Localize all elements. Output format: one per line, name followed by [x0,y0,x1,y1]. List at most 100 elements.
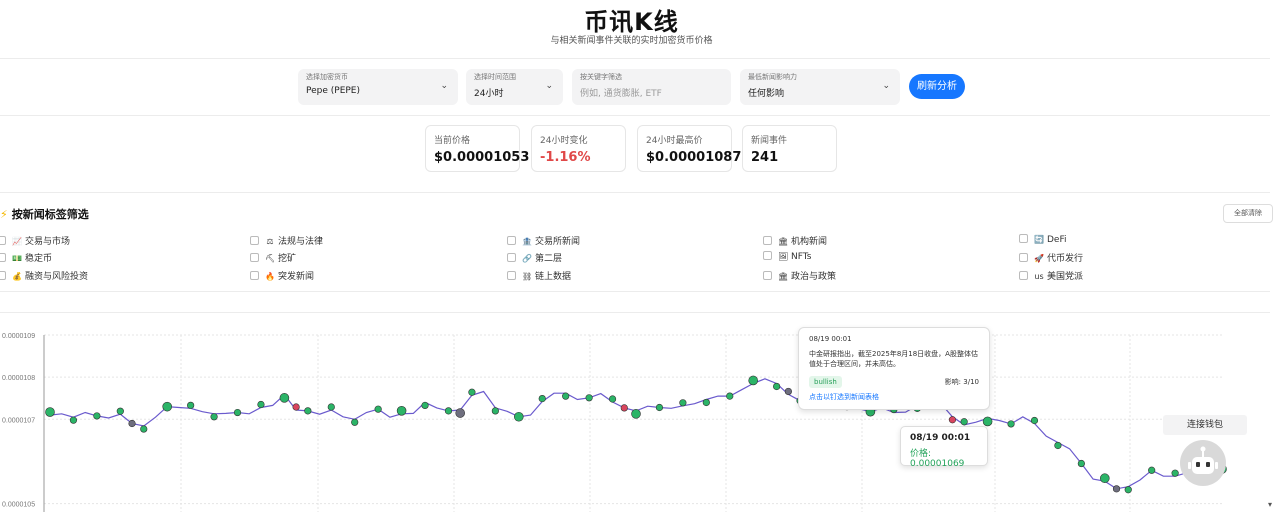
news-marker[interactable] [292,403,300,411]
news-marker[interactable] [140,425,148,433]
news-marker[interactable] [631,409,641,419]
tag-filter-item[interactable]: ⚖ 法规与法律 [250,234,323,247]
news-marker[interactable] [620,404,628,412]
news-marker[interactable] [585,394,593,402]
checkbox[interactable] [250,271,259,280]
news-marker[interactable] [1124,486,1132,494]
news-marker[interactable] [351,418,359,426]
news-marker[interactable] [562,392,570,400]
news-marker[interactable] [679,399,687,407]
coin-select[interactable]: 选择加密货币 Pepe (PEPE) ⌄ [298,69,458,105]
checkbox[interactable] [1019,253,1028,262]
keyword-input[interactable]: 按关键字筛选 例如, 通货膨胀, ETF [572,69,731,105]
checkbox[interactable] [250,236,259,245]
news-marker[interactable] [374,405,382,413]
connect-wallet-button[interactable]: 连接钱包 [1163,415,1247,435]
clear-all-button[interactable]: 全部清除 [1223,204,1273,223]
stat-current-price: 当前价格 $0.00001053 [425,125,529,172]
price-chart[interactable]: 0.0000109 0.0000108 0.0000107 0.0000105 [0,313,1270,512]
news-marker[interactable] [784,387,792,396]
divider [0,58,1270,59]
news-marker[interactable] [982,416,993,427]
checkbox[interactable] [1019,234,1028,243]
news-marker[interactable] [1100,473,1110,484]
news-marker[interactable] [960,418,968,426]
news-marker[interactable] [948,416,957,424]
stat-value: 241 [751,150,779,165]
news-marker[interactable] [162,401,172,412]
news-marker[interactable] [773,382,781,391]
news-marker[interactable] [45,407,55,417]
tag-filter-item[interactable]: 🔥 突发新闻 [250,269,314,282]
page-title: 币讯K线 [584,8,679,36]
news-marker[interactable] [1007,420,1015,428]
refresh-analysis-button[interactable]: 刷新分析 [909,74,965,99]
checkbox[interactable] [250,253,259,262]
news-marker[interactable] [444,407,453,415]
news-marker[interactable] [128,419,136,428]
news-marker[interactable] [726,392,734,400]
checkbox[interactable] [0,271,6,280]
news-marker[interactable] [1077,459,1085,468]
tag-filter-item[interactable]: 💰 融资与风险投资 [0,269,88,282]
checkbox[interactable] [763,236,772,245]
news-marker[interactable] [702,398,710,407]
news-marker[interactable] [210,413,218,421]
news-marker[interactable] [1030,416,1039,425]
news-marker[interactable] [279,393,290,403]
checkbox[interactable] [0,253,6,262]
tag-filter-item[interactable]: 💵 稳定币 [0,251,52,264]
news-marker[interactable] [1112,485,1121,493]
checkbox[interactable] [763,271,772,280]
news-marker[interactable] [491,407,499,415]
tag-label: 融资与风险投资 [25,272,89,282]
news-marker[interactable] [116,407,124,415]
news-marker[interactable] [304,407,312,415]
checkbox[interactable] [507,271,516,280]
tag-filter-item[interactable]: 🔄 DeFi [1019,234,1067,245]
news-marker[interactable] [327,403,335,411]
stat-24h-change: 24小时变化 -1.16% [531,125,626,172]
news-tooltip[interactable]: 08/19 00:01 中金研报指出，截至2025年8月18日收盘，A股整体估值… [798,327,990,410]
news-marker[interactable] [233,408,242,417]
checkbox[interactable] [0,236,6,245]
tag-filter-item[interactable]: ⛓ 链上数据 [507,269,571,282]
news-marker[interactable] [69,416,78,424]
checkbox[interactable] [507,253,516,262]
tag-filter-item[interactable]: 📈 交易与市场 [0,234,70,247]
news-marker[interactable] [538,394,546,403]
tag-filter-item[interactable]: 🔗 第二层 [507,251,562,264]
tag-filter-item[interactable]: 🚀 代币发行 [1019,251,1083,264]
pin-news-link[interactable]: 点击以钉选到新闻表格 [809,392,979,402]
news-marker[interactable] [748,375,759,386]
news-marker[interactable] [93,412,101,420]
news-marker[interactable] [396,406,407,416]
checkbox[interactable] [763,251,772,260]
news-marker[interactable] [468,388,476,396]
time-range-select[interactable]: 选择时间范围 24小时 ⌄ [466,69,563,105]
tag-label: 政治与政策 [791,272,837,282]
tag-filter-item[interactable]: 🏛 机构新闻 [763,234,827,247]
news-marker[interactable] [1148,466,1156,474]
news-marker[interactable] [655,403,664,412]
tag-filter-item[interactable]: 🖼 NFTs [763,251,811,262]
tag-filter-item[interactable]: ⛏ 挖矿 [250,251,296,264]
tag-filter-item[interactable]: us 美国党派 [1019,269,1083,282]
news-marker[interactable] [513,411,524,422]
stat-label: 当前价格 [434,136,471,146]
tag-filter-item[interactable]: 🏦 交易所新闻 [507,234,580,247]
news-marker[interactable] [608,395,617,403]
tag-filter-item[interactable]: 🏛 政治与政策 [763,269,836,282]
checkbox[interactable] [1019,271,1028,280]
news-marker[interactable] [1054,441,1062,450]
news-marker[interactable] [1171,469,1179,477]
news-marker[interactable] [257,400,265,409]
news-marker[interactable] [421,401,429,410]
checkbox[interactable] [507,236,516,245]
robot-assistant-button[interactable] [1180,440,1226,486]
price-tooltip: 08/19 00:01 价格: 0.00001069 [900,426,988,469]
news-marker[interactable] [187,401,195,409]
impact-select[interactable]: 最低新闻影响力 任何影响 ⌄ [740,69,900,105]
news-marker[interactable] [455,408,466,418]
scroll-down-arrow[interactable]: ▾ [1268,500,1272,509]
